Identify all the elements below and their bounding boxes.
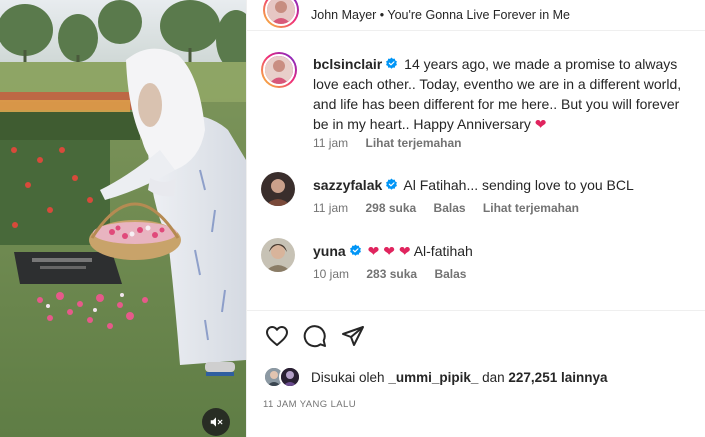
post-photo [0,0,246,437]
caption-text: bclsinclair 14 years ago, we made a prom… [313,54,698,134]
verified-badge-icon [386,178,398,190]
hearts-emoji: ❤ ❤ ❤ [367,243,411,259]
share-button[interactable] [339,322,367,350]
avatar[interactable] [263,0,299,28]
post-header: John Mayer • You're Gonna Live Forever i… [263,0,693,30]
music-label[interactable]: John Mayer • You're Gonna Live Forever i… [311,8,570,22]
comment-meta: 10 jam 283 suka Balas [313,267,480,281]
avatar[interactable] [261,238,295,272]
heart-icon [266,326,288,346]
likes-text: Disukai oleh _ummi_pipik_ dan 227,251 la… [311,370,607,385]
verified-badge-icon [386,57,398,69]
reply-button[interactable]: Balas [434,267,466,281]
comment-text: yuna ❤ ❤ ❤ Al-fatihah [313,241,698,261]
likes-summary: Disukai oleh _ummi_pipik_ dan 227,251 la… [263,366,693,390]
speaker-muted-icon [210,417,223,427]
liked-by-user[interactable]: _ummi_pipik_ [388,370,478,385]
like-button[interactable] [263,322,291,350]
caption-meta: 11 jam Lihat terjemahan [313,136,476,150]
divider [247,30,705,31]
comment-meta: 11 jam 298 suka Balas Lihat terjemahan [313,201,593,215]
send-icon [342,326,364,346]
divider [247,310,705,311]
caption: bclsinclair 14 years ago, we made a prom… [261,52,696,162]
avatar[interactable] [261,52,297,88]
avatar[interactable] [279,366,301,388]
comment-likes[interactable]: 298 suka [365,201,416,215]
liked-by-connector: dan [482,370,505,385]
see-translation-link[interactable]: Lihat terjemahan [483,201,579,215]
action-bar [263,322,383,352]
username[interactable]: sazzyfalak [313,177,382,193]
liked-by-prefix: Disukai oleh [311,370,385,385]
username[interactable]: yuna [313,243,346,259]
caption-time[interactable]: 11 jam [313,136,348,150]
comment-icon [303,325,326,348]
comment-likes[interactable]: 283 suka [366,267,417,281]
post-timestamp[interactable]: 11 JAM YANG LALU [263,399,356,410]
mute-button[interactable] [202,408,230,436]
heart-emoji-icon: ❤ [534,116,547,132]
see-translation-link[interactable]: Lihat terjemahan [365,136,461,150]
liked-by-others[interactable]: 227,251 lainnya [508,370,607,385]
comment-time[interactable]: 10 jam [313,267,349,281]
post-media[interactable] [0,0,246,437]
comment-item: yuna ❤ ❤ ❤ Al-fatihah 10 jam 283 suka Ba… [261,238,696,288]
verified-badge-icon [349,244,361,256]
comment-time[interactable]: 11 jam [313,201,348,215]
username[interactable]: bclsinclair [313,56,382,72]
reply-button[interactable]: Balas [434,201,466,215]
post-details-panel: John Mayer • You're Gonna Live Forever i… [246,0,705,437]
comment-body: Al Fatihah... sending love to you BCL [403,177,634,193]
avatar[interactable] [261,172,295,206]
comment-button[interactable] [301,322,329,350]
comment-item: sazzyfalak Al Fatihah... sending love to… [261,172,696,222]
comment-body: Al-fatihah [413,243,473,259]
comment-text: sazzyfalak Al Fatihah... sending love to… [313,175,698,195]
